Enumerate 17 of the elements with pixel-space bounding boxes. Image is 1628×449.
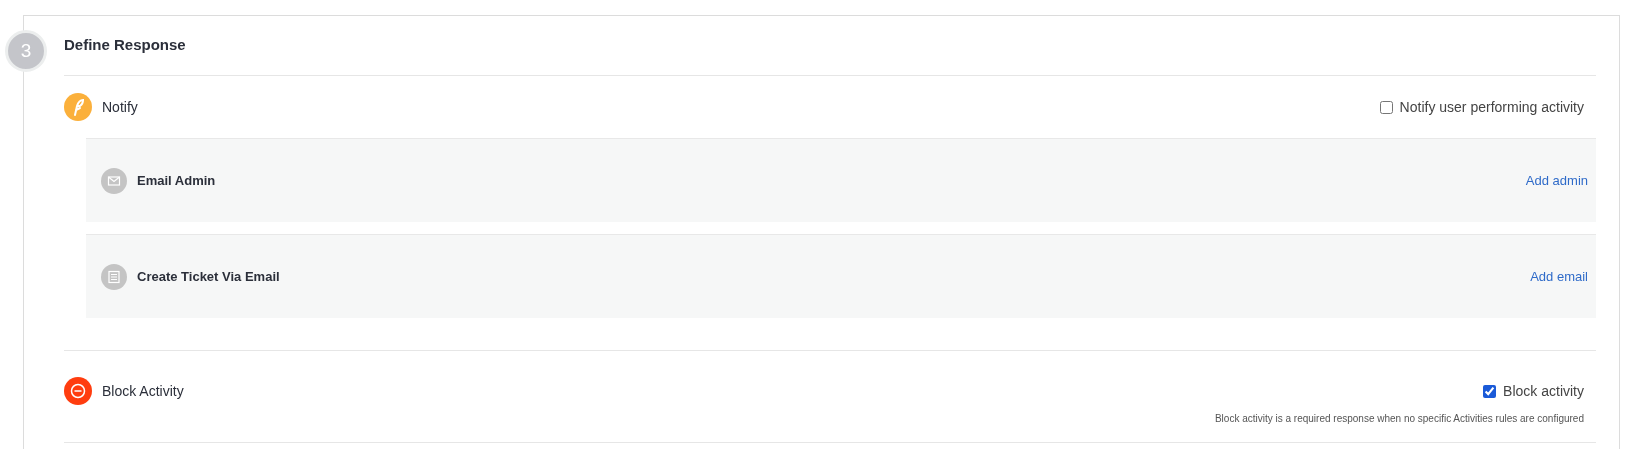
block-checkbox[interactable] xyxy=(1483,385,1497,398)
section-title: Define Response xyxy=(64,34,186,55)
step-number: 3 xyxy=(5,30,47,72)
document-icon xyxy=(101,263,127,290)
feather-icon xyxy=(64,93,92,121)
add-link[interactable]: Add admin xyxy=(1525,170,1588,191)
block-label: Block Activity xyxy=(102,381,184,401)
action-title: Create Ticket Via Email xyxy=(137,267,280,286)
notify-label: Notify xyxy=(102,97,138,117)
checkbox-label: Notify user performing activity xyxy=(1399,97,1584,117)
checkbox-label: Block activity xyxy=(1503,382,1584,401)
block-icon xyxy=(64,377,92,405)
helper-text: Block activity is a required response when no specific Activities rules are configured xyxy=(1214,412,1584,426)
notify-checkbox[interactable] xyxy=(1379,100,1393,114)
add-link[interactable]: Add email xyxy=(1530,266,1588,287)
envelope-icon xyxy=(101,167,127,194)
action-title: Email Admin xyxy=(137,171,216,190)
